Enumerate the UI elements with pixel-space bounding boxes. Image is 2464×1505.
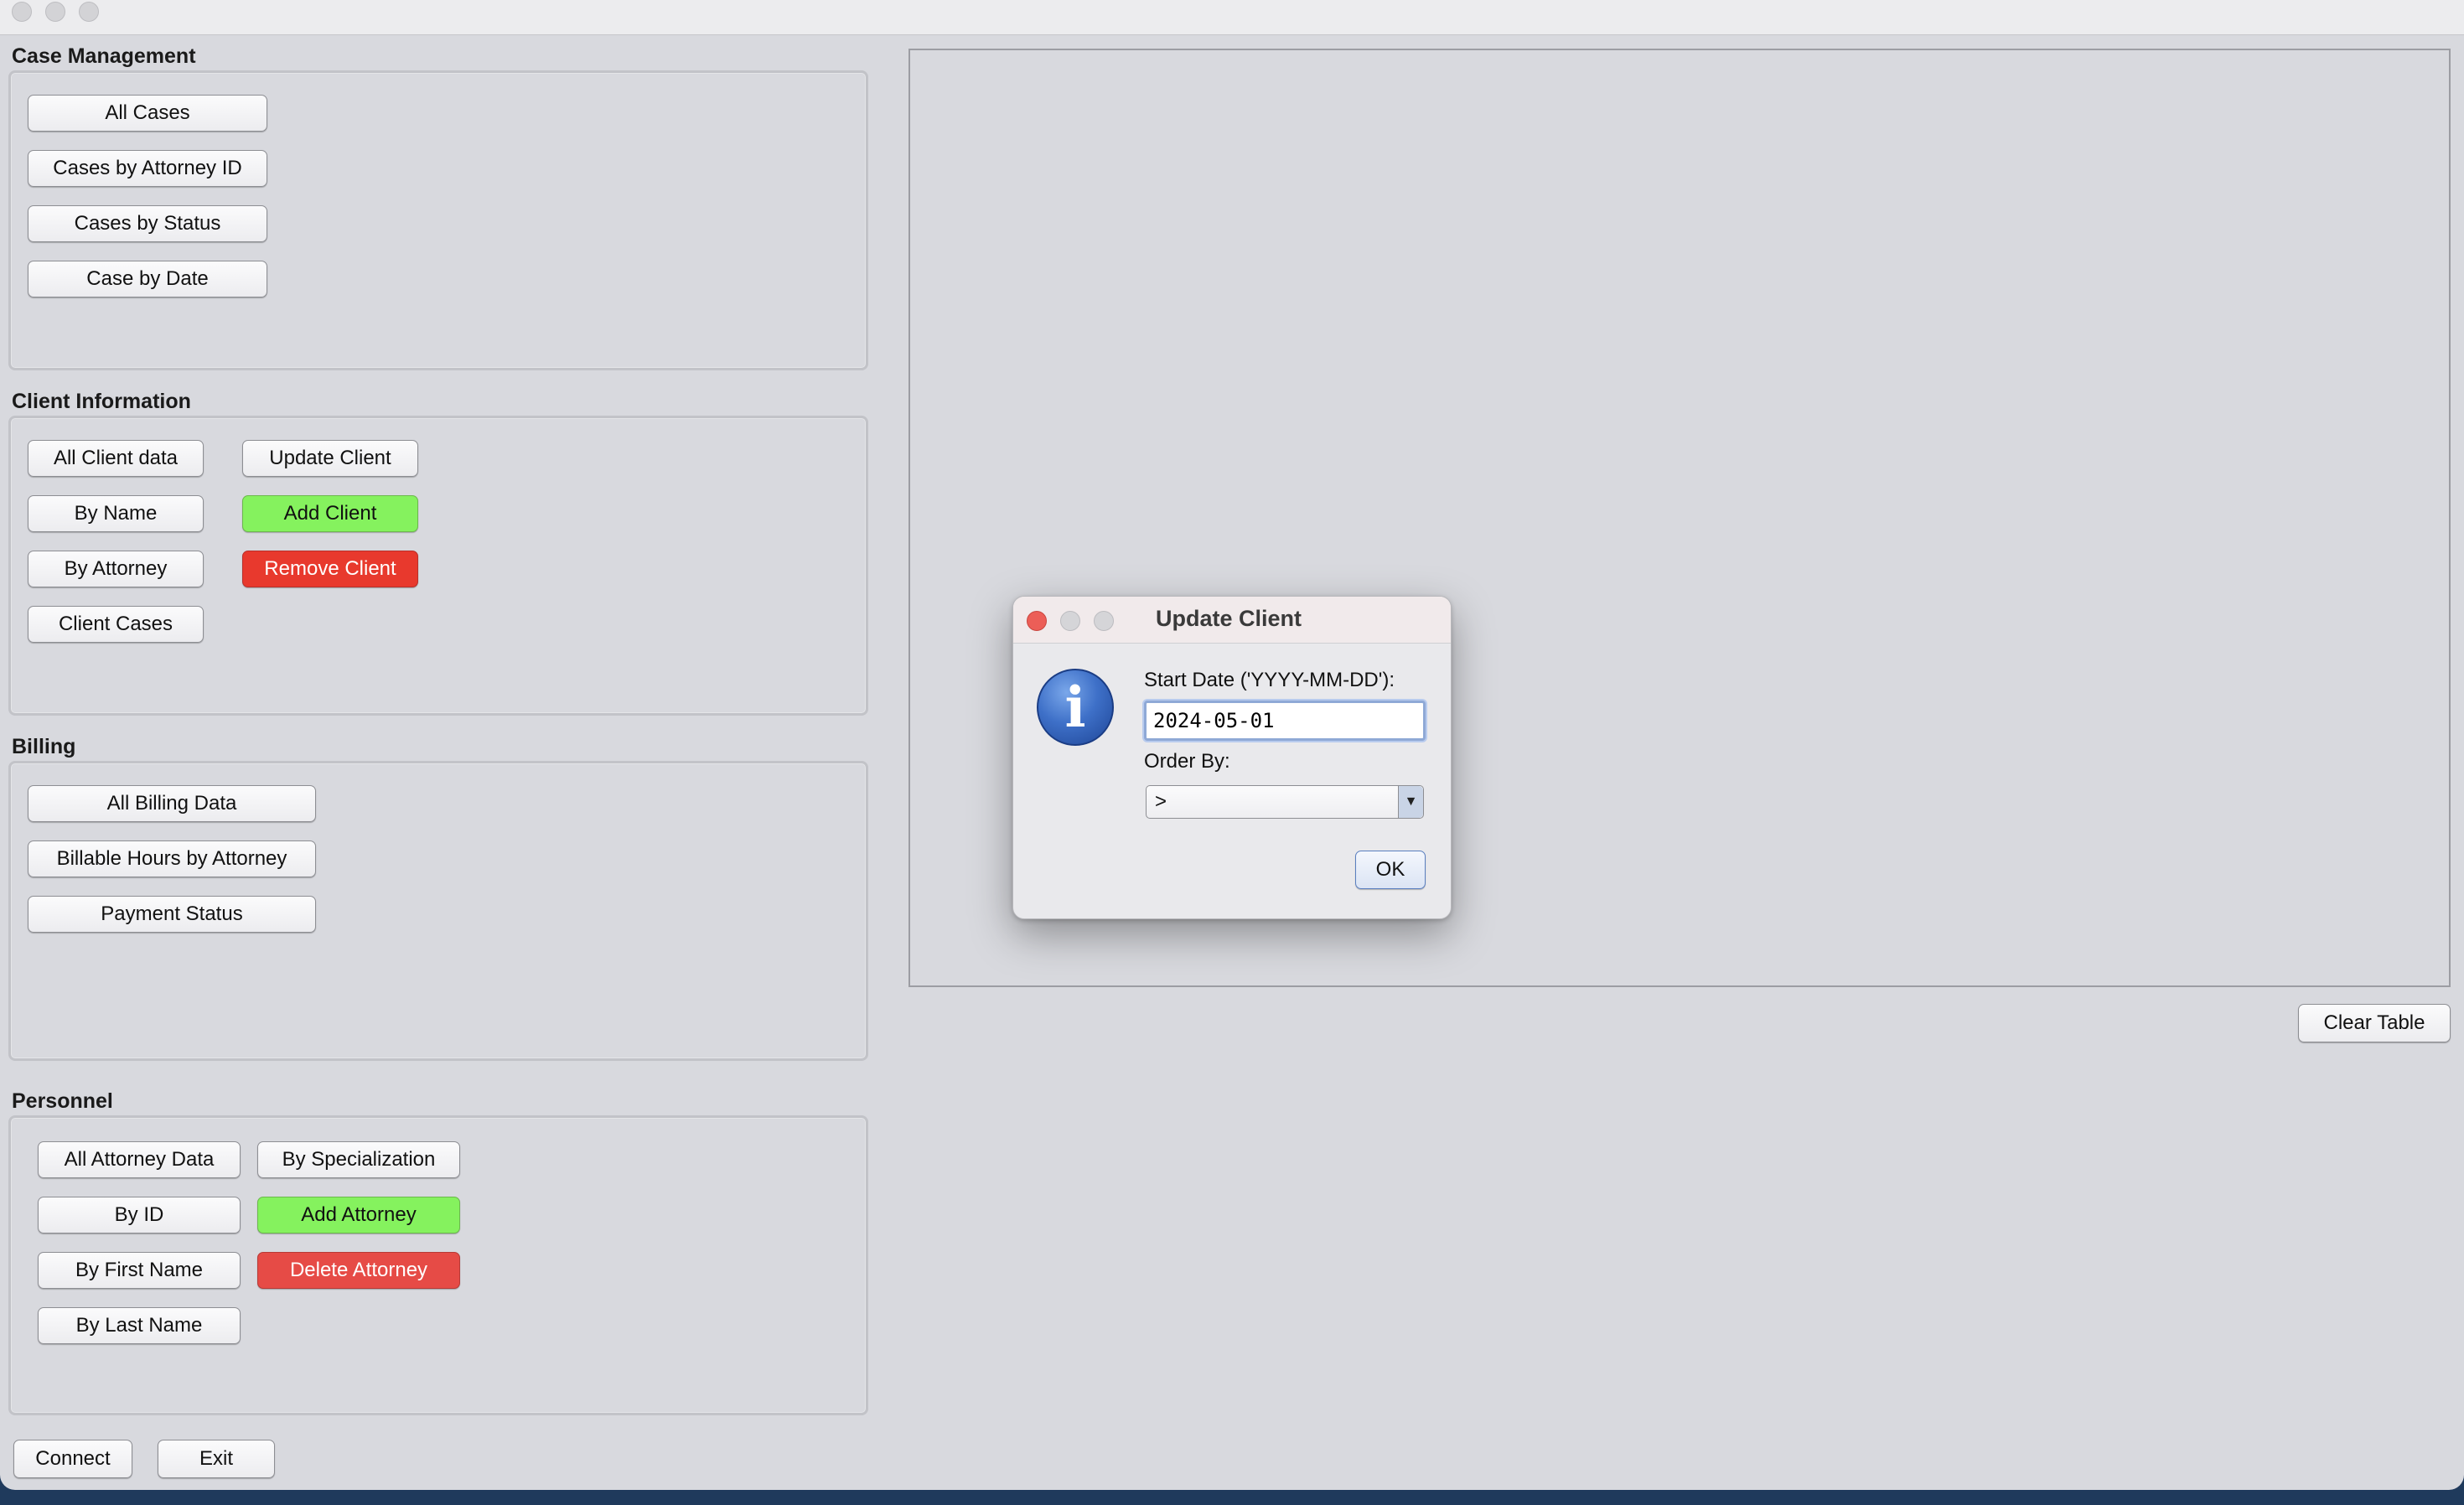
billable-hours-by-attorney-button[interactable]: Billable Hours by Attorney (28, 840, 316, 877)
order-by-label: Order By: (1144, 750, 1230, 773)
start-date-input[interactable] (1144, 701, 1426, 741)
attorney-by-last-name-button[interactable]: By Last Name (38, 1307, 241, 1344)
client-information-title: Client Information (12, 390, 191, 413)
dialog-close-button[interactable] (1027, 611, 1047, 631)
cases-by-status-button[interactable]: Cases by Status (28, 205, 267, 242)
chevron-down-icon[interactable]: ▼ (1398, 786, 1423, 818)
all-cases-button[interactable]: All Cases (28, 95, 267, 132)
order-by-select[interactable]: > ▼ (1146, 785, 1424, 819)
billing-panel: All Billing Data Billable Hours by Attor… (8, 761, 868, 1061)
case-by-date-button[interactable]: Case by Date (28, 261, 267, 297)
all-client-data-button[interactable]: All Client data (28, 440, 204, 477)
add-client-button[interactable]: Add Client (242, 495, 418, 532)
update-client-dialog: Update Client i Start Date ('YYYY-MM-DD'… (1012, 596, 1452, 919)
client-by-name-button[interactable]: By Name (28, 495, 204, 532)
payment-status-button[interactable]: Payment Status (28, 896, 316, 933)
attorney-by-id-button[interactable]: By ID (38, 1197, 241, 1233)
personnel-title: Personnel (12, 1089, 113, 1113)
exit-button[interactable]: Exit (158, 1440, 275, 1478)
connect-button[interactable]: Connect (13, 1440, 132, 1478)
start-date-label: Start Date ('YYYY-MM-DD'): (1144, 669, 1395, 691)
dialog-minimize-button[interactable] (1060, 611, 1080, 631)
close-window-button[interactable] (12, 2, 32, 22)
client-information-panel: All Client data By Name By Attorney Clie… (8, 416, 868, 716)
case-management-panel: All Cases Cases by Attorney ID Cases by … (8, 70, 868, 370)
attorney-by-first-name-button[interactable]: By First Name (38, 1252, 241, 1289)
app-window: Case Management All Cases Cases by Attor… (0, 0, 2464, 1490)
update-client-button[interactable]: Update Client (242, 440, 418, 477)
client-cases-button[interactable]: Client Cases (28, 606, 204, 643)
title-bar (0, 0, 2464, 35)
billing-title: Billing (12, 735, 76, 758)
dialog-title-bar: Update Client (1013, 597, 1451, 644)
remove-client-button[interactable]: Remove Client (242, 551, 418, 587)
all-billing-data-button[interactable]: All Billing Data (28, 785, 316, 822)
order-by-value: > (1155, 790, 1167, 813)
dialog-title: Update Client (1156, 606, 1302, 631)
add-attorney-button[interactable]: Add Attorney (257, 1197, 460, 1233)
info-icon: i (1037, 669, 1114, 746)
delete-attorney-button[interactable]: Delete Attorney (257, 1252, 460, 1289)
personnel-panel: All Attorney Data By ID By First Name By… (8, 1115, 868, 1415)
minimize-window-button[interactable] (45, 2, 65, 22)
clear-table-button[interactable]: Clear Table (2298, 1004, 2451, 1042)
case-management-title: Case Management (12, 44, 196, 68)
zoom-window-button[interactable] (79, 2, 99, 22)
cases-by-attorney-id-button[interactable]: Cases by Attorney ID (28, 150, 267, 187)
by-specialization-button[interactable]: By Specialization (257, 1141, 460, 1178)
ok-button[interactable]: OK (1355, 851, 1426, 889)
dialog-zoom-button[interactable] (1094, 611, 1114, 631)
all-attorney-data-button[interactable]: All Attorney Data (38, 1141, 241, 1178)
client-by-attorney-button[interactable]: By Attorney (28, 551, 204, 587)
